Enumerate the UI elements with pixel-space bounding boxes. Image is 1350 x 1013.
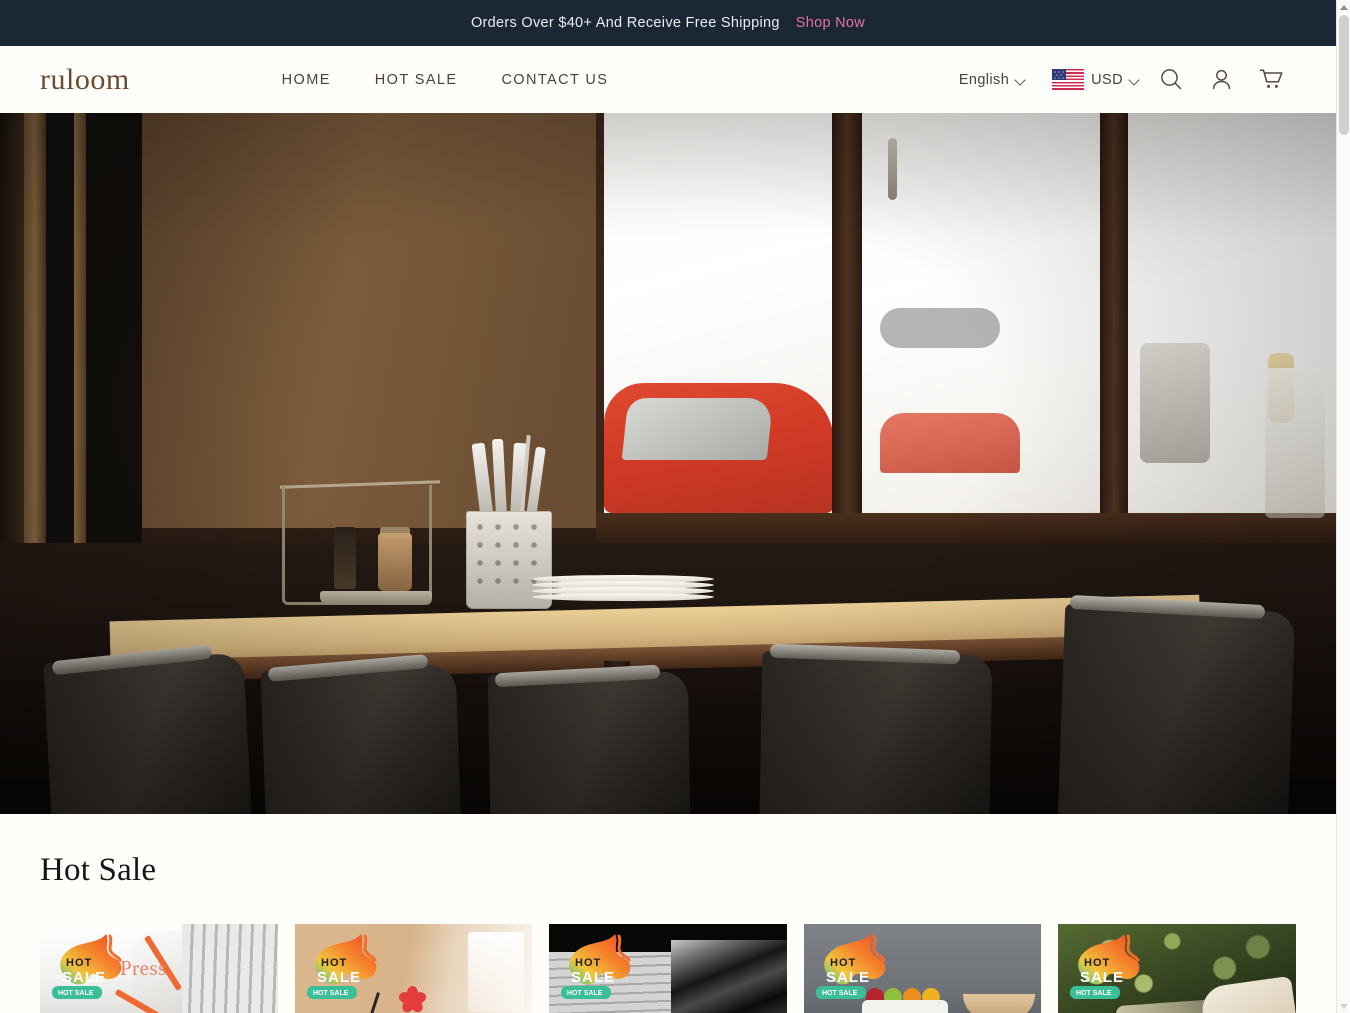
hero-banner[interactable] <box>0 113 1336 814</box>
chevron-down-icon <box>1016 75 1026 85</box>
scroll-up-arrow-icon[interactable] <box>1337 0 1350 14</box>
product-card[interactable]: HOT SALE HOT SALE <box>549 924 787 1013</box>
announcement-bar: Orders Over $40+ And Receive Free Shippi… <box>0 0 1336 46</box>
search-button[interactable] <box>1146 60 1196 100</box>
product-card[interactable]: HOT SALE HOT SALE <box>294 924 533 1013</box>
us-flag-icon <box>1052 69 1085 90</box>
product-image: Press <box>40 924 278 1013</box>
product-image <box>549 924 787 1013</box>
page-scrollbar[interactable] <box>1336 0 1350 1013</box>
account-button[interactable] <box>1196 60 1246 100</box>
product-grid: Press HOT SALE HOT SALE HOT SALE HOT SAL… <box>40 924 1296 1013</box>
cart-button[interactable] <box>1246 60 1296 100</box>
site-header: ruloom HOME HOT SALE CONTACT US English … <box>0 46 1336 113</box>
chevron-down-icon <box>1130 75 1140 85</box>
hot-sale-section: Hot Sale Press HOT SALE HOT SALE HOT SAL… <box>0 814 1336 1013</box>
nav-item-hot-sale[interactable]: HOT SALE <box>375 72 458 88</box>
product-card[interactable]: HOT SALE HOT SALE <box>1058 924 1296 1013</box>
currency-selector[interactable]: USD <box>1032 69 1146 90</box>
product-overlay-text: Press <box>120 956 167 980</box>
scrollbar-thumb[interactable] <box>1339 15 1349 135</box>
language-selector[interactable]: English <box>953 72 1032 88</box>
header-actions: English USD <box>953 60 1296 100</box>
search-icon <box>1160 69 1181 90</box>
scroll-down-arrow-icon[interactable] <box>1337 999 1350 1013</box>
product-image <box>294 924 533 1013</box>
page-root: Orders Over $40+ And Receive Free Shippi… <box>0 0 1350 1013</box>
nav-item-contact-us[interactable]: CONTACT US <box>501 72 608 88</box>
language-label: English <box>958 71 1010 88</box>
shop-now-link[interactable]: Shop Now <box>796 15 865 31</box>
announcement-text: Orders Over $40+ And Receive Free Shippi… <box>470 15 780 31</box>
site-logo[interactable]: ruloom <box>40 64 130 95</box>
page-title: Hot Sale <box>40 852 157 888</box>
product-image <box>1058 924 1296 1013</box>
main-navigation: HOME HOT SALE CONTACT US <box>282 72 609 88</box>
hero-image <box>0 113 1336 814</box>
nav-item-home[interactable]: HOME <box>282 72 331 88</box>
cart-icon <box>1259 69 1283 88</box>
currency-label: USD <box>1091 71 1123 88</box>
product-card[interactable]: HOT SALE HOT SALE <box>803 924 1042 1013</box>
product-card[interactable]: Press HOT SALE HOT SALE <box>40 924 278 1013</box>
product-image <box>803 924 1042 1013</box>
account-icon <box>1212 69 1230 90</box>
